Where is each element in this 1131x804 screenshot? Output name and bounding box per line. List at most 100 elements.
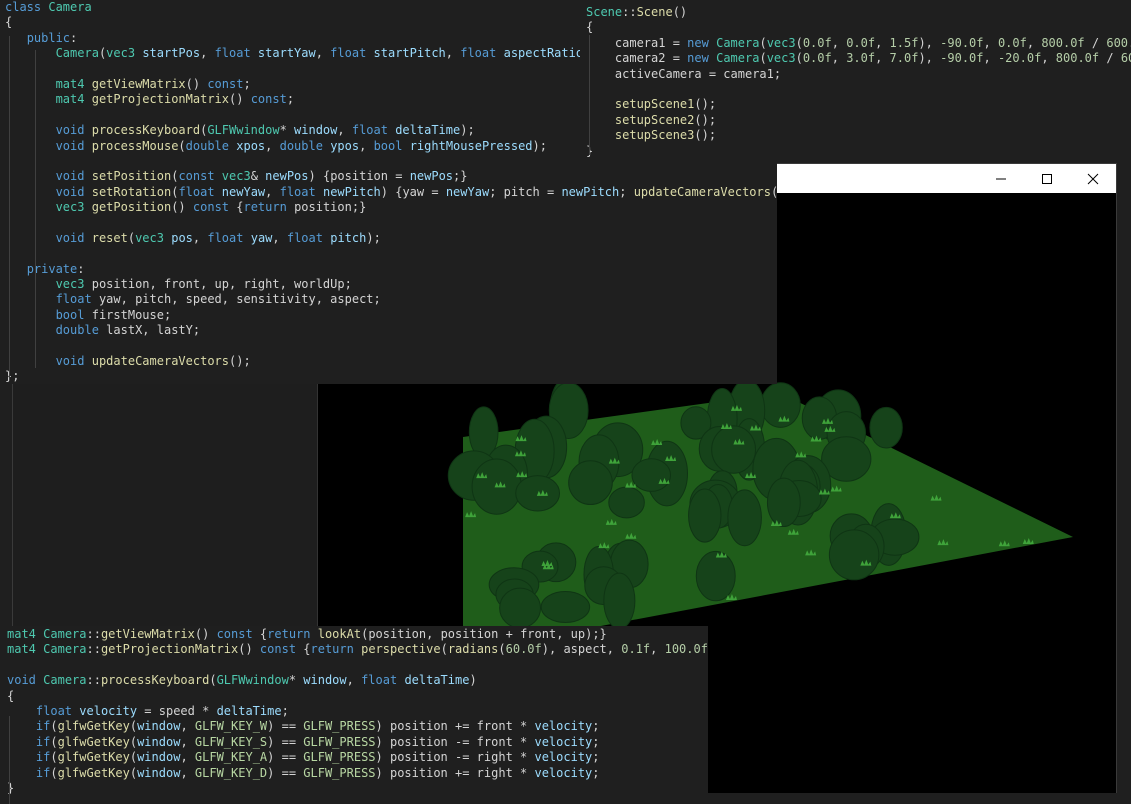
tree [869, 406, 903, 449]
close-button[interactable] [1070, 164, 1116, 193]
code-token: position [368, 627, 427, 641]
code-token: 7.0f [889, 51, 919, 66]
code-token: , [180, 750, 195, 765]
code-token: newPitch [561, 184, 620, 199]
code-token: void [7, 673, 36, 688]
code-token: ; [592, 765, 600, 780]
code-token: if [35, 765, 51, 780]
code-token: 0.0f [802, 35, 832, 50]
code-line: if(glfwGetKey(window, GLFW_KEY_W) == GLF… [7, 719, 708, 734]
code-line: double lastX, lastY; [5, 323, 777, 338]
code-token: , [200, 46, 215, 61]
code-token: 800.0f [1041, 35, 1085, 50]
code-token: front [476, 734, 513, 749]
code-token: , [142, 323, 157, 338]
code-token: (); [694, 112, 717, 127]
code-token: worldUp [294, 277, 345, 292]
code-token: float [55, 292, 92, 307]
code-token: , [192, 230, 208, 245]
code-token: GLFW_PRESS [303, 719, 376, 734]
code-line: void Camera::processKeyboard(GLFWwindow*… [7, 673, 708, 688]
code-token: const [192, 200, 230, 215]
code-token: window [137, 734, 181, 749]
code-token: lastY [156, 323, 193, 338]
code-token: );} [585, 627, 607, 641]
code-token: ; [592, 719, 600, 734]
code-token: ) { [380, 184, 403, 199]
code-token: ( [129, 750, 138, 765]
code-token: , [265, 138, 280, 153]
code-token: }; [5, 369, 20, 384]
code-token: velocity [534, 719, 593, 734]
indent-guide [589, 35, 590, 155]
minimize-button[interactable] [978, 164, 1024, 193]
code-token: ; [592, 734, 600, 749]
code-token: ( [498, 642, 506, 657]
code-token: ( [127, 230, 136, 245]
code-token: * [512, 765, 535, 780]
code-token: ); [460, 123, 475, 138]
maximize-button[interactable] [1024, 164, 1070, 193]
code-token: const [178, 169, 215, 184]
code-token: processMouse [91, 138, 179, 153]
tree [540, 590, 591, 623]
code-token: front [163, 277, 201, 292]
code-token: , [149, 277, 164, 292]
code-token: ) { [308, 169, 331, 184]
code-token: ); [366, 230, 381, 245]
maximize-icon [1042, 173, 1052, 184]
code-token: Camera [716, 51, 760, 66]
code-token: Camera [43, 673, 87, 688]
code-token: mat4 [55, 92, 85, 107]
code-token: vec3 [106, 46, 136, 61]
code-line: }; [5, 369, 777, 384]
code-token: getViewMatrix [91, 76, 186, 91]
code-token: activeCamera [614, 66, 702, 81]
code-token: ( [178, 138, 186, 153]
code-token: mat4 [7, 627, 36, 641]
code-token: updateCameraVectors [633, 184, 771, 199]
code-token: -= [447, 750, 477, 765]
code-token: , [315, 292, 331, 307]
code-token: newPos [265, 169, 309, 184]
code-token: ( [129, 719, 138, 734]
tree [695, 550, 736, 602]
code-token: ) == [267, 719, 304, 734]
code-token: { [229, 200, 244, 215]
code-token: ( [759, 35, 767, 50]
code-token: firstMouse [91, 307, 164, 322]
code-token: sensitivity [236, 292, 316, 307]
code-token: startYaw [257, 46, 316, 61]
code-token: position [389, 765, 448, 780]
code-token: new [687, 35, 709, 50]
code-token: ; [163, 307, 172, 322]
code-token: 0.0f [846, 35, 876, 50]
code-token: ) == [267, 765, 304, 780]
code-token: velocity [79, 703, 138, 718]
code-token: reset [91, 230, 128, 245]
tree [828, 529, 880, 581]
code-token: GLFW_PRESS [303, 765, 376, 780]
code-line: ​ [5, 246, 777, 261]
tree [515, 475, 561, 512]
code-token: GLFW_KEY_A [194, 750, 268, 765]
code-token: ); [532, 138, 547, 153]
code-token: right [243, 277, 280, 292]
code-token: , [272, 230, 287, 245]
code-token: vec3 [55, 277, 85, 292]
code-token: GLFW_KEY_W [194, 719, 268, 734]
code-token: () [171, 200, 193, 215]
code-line: vec3 getPosition() const {return positio… [5, 200, 777, 215]
code-token: processKeyboard [91, 123, 201, 138]
code-token: GLFW_KEY_S [194, 734, 268, 749]
